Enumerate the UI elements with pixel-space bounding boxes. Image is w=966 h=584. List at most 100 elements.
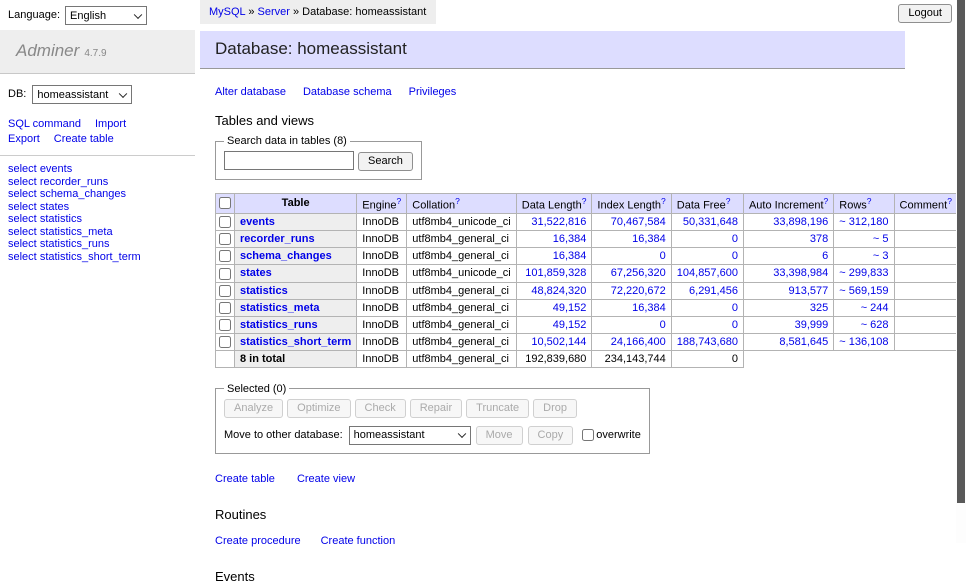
rows-cell-link[interactable]: ~ 569,159 <box>839 285 888 297</box>
sidebar-select-link[interactable]: select <box>8 213 37 225</box>
data-free-cell-link[interactable]: 50,331,648 <box>683 216 738 228</box>
data-length-cell-link[interactable]: 49,152 <box>553 302 587 314</box>
breadcrumb-server-type-link[interactable]: MySQL <box>209 6 245 18</box>
create-link[interactable]: Create view <box>297 473 355 485</box>
sidebar-table-link[interactable]: statistics_short_term <box>40 251 141 263</box>
sidebar-select-link[interactable]: select <box>8 226 37 238</box>
analyze-button[interactable]: Analyze <box>224 399 283 418</box>
rows-cell-link[interactable]: ~ 3 <box>873 250 889 262</box>
logout-button[interactable]: Logout <box>898 4 952 23</box>
sidebar-select-link[interactable]: select <box>8 238 37 250</box>
rows-cell-link[interactable]: ~ 628 <box>861 319 889 331</box>
data-free-cell-link[interactable]: 0 <box>732 250 738 262</box>
data-length-cell-link[interactable]: 10,502,144 <box>531 336 586 348</box>
sidebar-nav-link[interactable]: Import <box>95 118 126 130</box>
data-length-cell-link[interactable]: 49,152 <box>553 319 587 331</box>
copy-button[interactable]: Copy <box>528 426 574 445</box>
data-free-cell-link[interactable]: 0 <box>732 302 738 314</box>
row-checkbox[interactable] <box>219 250 231 262</box>
column-help-link[interactable]: ? <box>397 196 402 206</box>
auto-increment-cell-link[interactable]: 33,898,196 <box>773 216 828 228</box>
data-length-cell-link[interactable]: 16,384 <box>553 233 587 245</box>
truncate-button[interactable]: Truncate <box>466 399 529 418</box>
data-length-cell-link[interactable]: 31,522,816 <box>531 216 586 228</box>
auto-increment-cell-link[interactable]: 913,577 <box>789 285 829 297</box>
auto-increment-cell-link[interactable]: 325 <box>810 302 828 314</box>
column-help-link[interactable]: ? <box>661 196 666 206</box>
data-free-cell-link[interactable]: 6,291,456 <box>689 285 738 297</box>
index-length-cell-link[interactable]: 16,384 <box>632 302 666 314</box>
column-help-link[interactable]: ? <box>824 196 829 206</box>
sidebar-table-link[interactable]: states <box>40 201 69 213</box>
rows-cell-link[interactable]: ~ 136,108 <box>839 336 888 348</box>
table-name-link[interactable]: statistics <box>240 285 288 297</box>
sidebar-select-link[interactable]: select <box>8 163 37 175</box>
auto-increment-cell-link[interactable]: 39,999 <box>795 319 829 331</box>
rows-cell-link[interactable]: ~ 244 <box>861 302 889 314</box>
table-name-link[interactable]: recorder_runs <box>240 233 315 245</box>
row-checkbox[interactable] <box>219 216 231 228</box>
breadcrumb-server-link[interactable]: Server <box>258 6 290 18</box>
auto-increment-cell-link[interactable]: 33,398,984 <box>773 267 828 279</box>
index-length-cell-link[interactable]: 70,467,584 <box>611 216 666 228</box>
db-action-link[interactable]: Privileges <box>409 86 457 98</box>
sidebar-select-link[interactable]: select <box>8 251 37 263</box>
row-checkbox[interactable] <box>219 268 231 280</box>
db-action-link[interactable]: Database schema <box>303 86 392 98</box>
table-name-link[interactable]: schema_changes <box>240 250 332 262</box>
db-select[interactable]: homeassistant <box>32 85 132 104</box>
row-checkbox[interactable] <box>219 233 231 245</box>
table-name-link[interactable]: statistics_runs <box>240 319 318 331</box>
routine-link[interactable]: Create procedure <box>215 535 301 547</box>
row-checkbox[interactable] <box>219 302 231 314</box>
data-free-cell-link[interactable]: 0 <box>732 233 738 245</box>
table-name-link[interactable]: statistics_meta <box>240 302 320 314</box>
column-help-link[interactable]: ? <box>582 196 587 206</box>
check-button[interactable]: Check <box>355 399 406 418</box>
rows-cell-link[interactable]: ~ 299,833 <box>839 267 888 279</box>
table-name-link[interactable]: states <box>240 267 272 279</box>
sidebar-table-link[interactable]: schema_changes <box>40 188 126 200</box>
auto-increment-cell-link[interactable]: 8,581,645 <box>779 336 828 348</box>
data-length-cell-link[interactable]: 101,859,328 <box>525 267 586 279</box>
index-length-cell-link[interactable]: 24,166,400 <box>611 336 666 348</box>
auto-increment-cell-link[interactable]: 6 <box>822 250 828 262</box>
rows-cell-link[interactable]: ~ 5 <box>873 233 889 245</box>
sidebar-table-link[interactable]: recorder_runs <box>40 176 108 188</box>
move-db-select[interactable]: homeassistant <box>349 426 471 445</box>
optimize-button[interactable]: Optimize <box>287 399 350 418</box>
search-input[interactable] <box>224 151 354 170</box>
select-all-checkbox[interactable] <box>219 197 231 209</box>
column-help-link[interactable]: ? <box>455 196 460 206</box>
move-button[interactable]: Move <box>476 426 523 445</box>
table-name-link[interactable]: statistics_short_term <box>240 336 351 348</box>
sidebar-table-link[interactable]: statistics_meta <box>40 226 113 238</box>
sidebar-nav-link[interactable]: Create table <box>54 133 114 145</box>
column-help-link[interactable]: ? <box>947 196 952 206</box>
table-name-link[interactable]: events <box>240 216 275 228</box>
create-link[interactable]: Create table <box>215 473 275 485</box>
auto-increment-cell-link[interactable]: 378 <box>810 233 828 245</box>
language-select[interactable]: English <box>65 6 147 25</box>
index-length-cell-link[interactable]: 67,256,320 <box>611 267 666 279</box>
drop-button[interactable]: Drop <box>533 399 577 418</box>
routine-link[interactable]: Create function <box>321 535 396 547</box>
row-checkbox[interactable] <box>219 285 231 297</box>
overwrite-checkbox[interactable] <box>582 429 594 441</box>
data-length-cell-link[interactable]: 16,384 <box>553 250 587 262</box>
vertical-scrollbar[interactable] <box>956 0 966 543</box>
sidebar-table-link[interactable]: events <box>40 163 72 175</box>
row-checkbox[interactable] <box>219 319 231 331</box>
sidebar-select-link[interactable]: select <box>8 176 37 188</box>
repair-button[interactable]: Repair <box>410 399 462 418</box>
data-free-cell-link[interactable]: 0 <box>732 319 738 331</box>
index-length-cell-link[interactable]: 16,384 <box>632 233 666 245</box>
row-checkbox[interactable] <box>219 336 231 348</box>
index-length-cell-link[interactable]: 0 <box>660 319 666 331</box>
sidebar-select-link[interactable]: select <box>8 201 37 213</box>
search-button[interactable]: Search <box>358 152 413 171</box>
db-action-link[interactable]: Alter database <box>215 86 286 98</box>
sidebar-table-link[interactable]: statistics_runs <box>40 238 110 250</box>
sidebar-nav-link[interactable]: Export <box>8 133 40 145</box>
index-length-cell-link[interactable]: 0 <box>660 250 666 262</box>
